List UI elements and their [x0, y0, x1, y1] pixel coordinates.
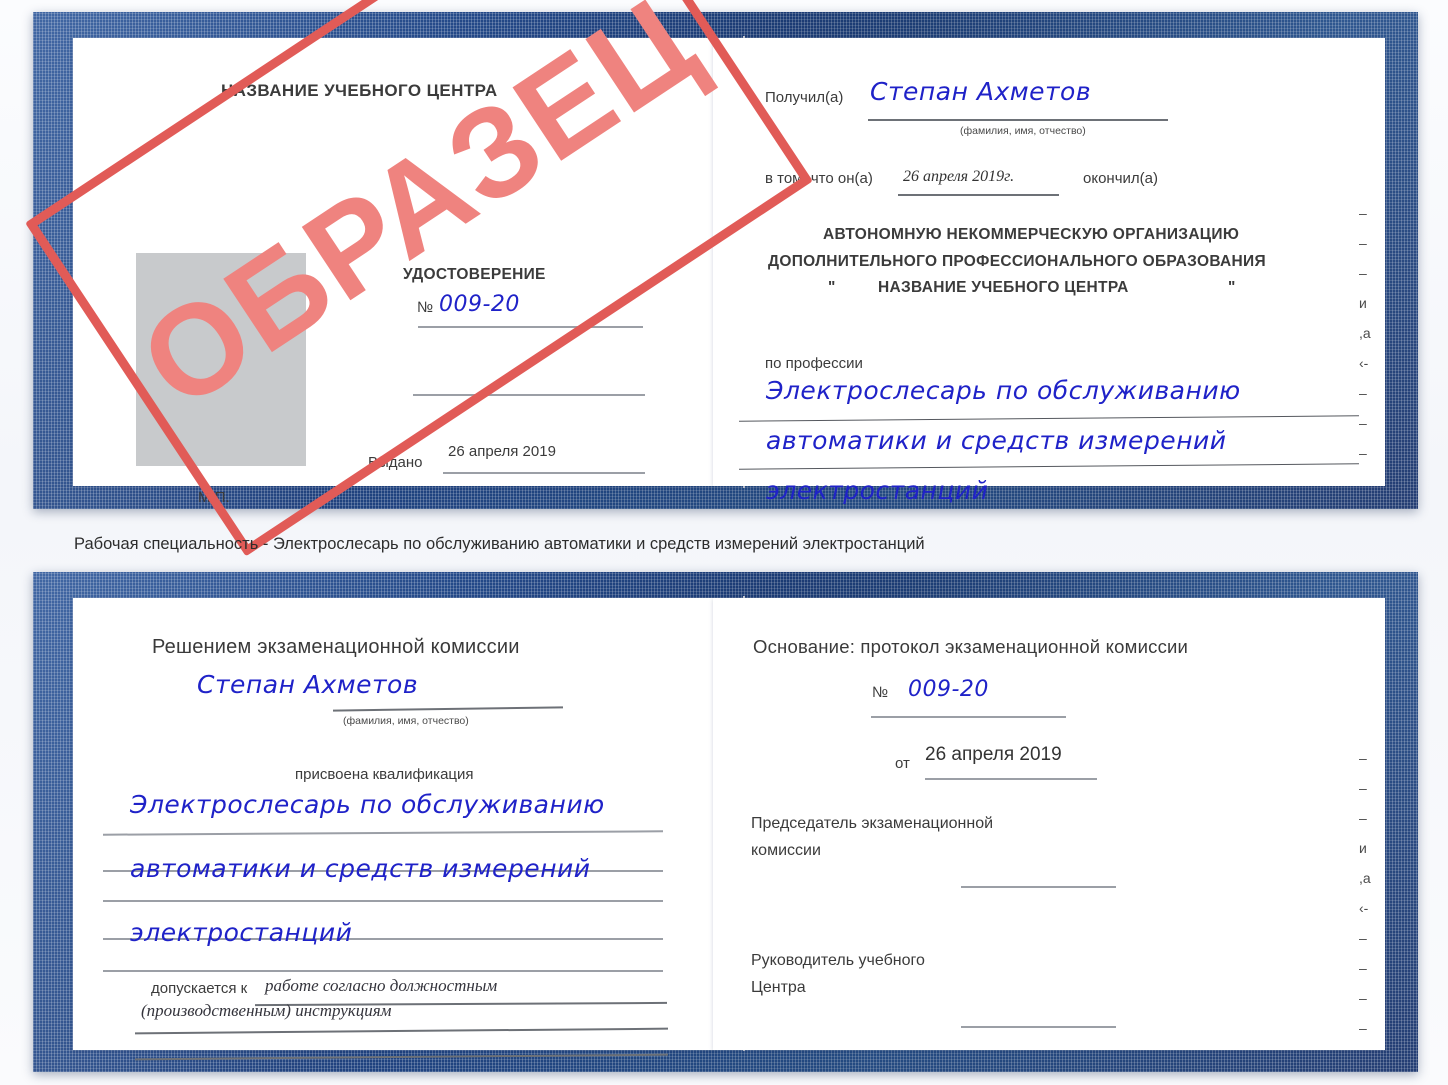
certificate-bottom: Решением экзаменационной комиссии Степан…	[33, 572, 1418, 1072]
qualification-line-3: электростанций	[130, 918, 353, 947]
issued-rule	[443, 472, 645, 474]
protocol-date-label: от	[895, 755, 910, 772]
head-line-2: Центра	[751, 979, 806, 996]
profession-line-3: электростанций	[766, 476, 989, 505]
in-that-rule	[898, 194, 1059, 196]
holder-name-value: Степан Ахметов	[197, 670, 419, 699]
org-line-2: ДОПОЛНИТЕЛЬНОГО ПРОФЕССИОНАЛЬНОГО ОБРАЗО…	[768, 253, 1266, 270]
blank-rule-1	[413, 394, 645, 396]
head-line-1: Руководитель учебного	[751, 952, 925, 969]
protocol-date-rule	[925, 778, 1097, 780]
edge-bleed-top: – – – и ,а ‹- – – –	[1359, 205, 1371, 461]
in-that-label: в том, что он(а)	[765, 170, 873, 187]
org-quote-open: "	[828, 279, 836, 296]
qualification-rule-3b	[103, 970, 663, 972]
page-top-right: Получил(а) Степан Ахметов (фамилия, имя,…	[713, 38, 1385, 503]
received-hint: (фамилия, имя, отчество)	[960, 125, 1086, 137]
head-signature-rule	[961, 1026, 1116, 1028]
profession-rule-2	[739, 463, 1359, 471]
number-value: 009-20	[439, 292, 520, 317]
received-label: Получил(а)	[765, 89, 844, 106]
image-caption: Рабочая специальность - Электрослесарь п…	[74, 535, 925, 553]
finished-label: окончил(а)	[1083, 170, 1158, 187]
protocol-number-label: №	[872, 684, 889, 701]
protocol-date-value: 26 апреля 2019	[925, 744, 1062, 765]
issued-value: 26 апреля 2019	[448, 443, 556, 460]
protocol-number-rule	[871, 716, 1066, 718]
seal-place-label: М.П.	[198, 489, 230, 506]
org-quote-close: "	[1228, 279, 1236, 296]
profession-label: по профессии	[765, 355, 863, 372]
chairman-signature-rule	[961, 886, 1116, 888]
admitted-rule-2	[135, 1027, 668, 1034]
page-bottom-right: Основание: протокол экзаменационной коми…	[713, 598, 1385, 1050]
chairman-line-2: комиссии	[751, 842, 821, 859]
basis-label: Основание: протокол экзаменационной коми…	[753, 636, 1189, 657]
chairman-line-1: Председатель экзаменационной	[751, 815, 994, 832]
admitted-label: допускается к	[151, 980, 248, 997]
number-rule	[418, 326, 643, 328]
profession-line-2: автоматики и средств измерений	[766, 426, 1227, 455]
photo-placeholder	[136, 253, 306, 466]
page-bottom-left: Решением экзаменационной комиссии Степан…	[73, 598, 713, 1060]
admitted-value-line-1: работе согласно должностным	[265, 976, 498, 995]
number-label: №	[417, 299, 434, 316]
qualification-rule-2b	[103, 900, 663, 902]
issued-label: Выдано	[368, 454, 423, 471]
profession-line-1: Электрослесарь по обслуживанию	[766, 376, 1241, 405]
org-line-3: НАЗВАНИЕ УЧЕБНОГО ЦЕНТРА	[878, 279, 1129, 296]
qualification-rule-1	[102, 830, 664, 836]
holder-name-hint: (фамилия, имя, отчество)	[343, 715, 469, 727]
received-value: Степан Ахметов	[870, 77, 1092, 106]
holder-name-rule	[333, 706, 563, 712]
page-top-left: НАЗВАНИЕ УЧЕБНОГО ЦЕНТРА УДОСТОВЕРЕНИЕ №…	[73, 38, 713, 505]
protocol-number-value: 009-20	[908, 677, 989, 702]
admitted-value-line-2: (производственным) инструкциям	[141, 1001, 392, 1020]
document-type-label: УДОСТОВЕРЕНИЕ	[403, 266, 546, 283]
profession-rule-1	[739, 415, 1359, 423]
qualification-label: присвоена квалификация	[295, 766, 474, 783]
commission-decision-title: Решением экзаменационной комиссии	[152, 636, 520, 658]
qualification-line-2: автоматики и средств измерений	[130, 854, 591, 883]
received-rule	[868, 119, 1168, 121]
edge-bleed-bottom: – – – и ,а ‹- – – – –	[1359, 750, 1371, 1036]
page-title-training-center: НАЗВАНИЕ УЧЕБНОГО ЦЕНТРА	[221, 81, 498, 100]
in-that-value: 26 апреля 2019г.	[903, 168, 1015, 185]
org-line-1: АВТОНОМНУЮ НЕКОММЕРЧЕСКУЮ ОРГАНИЗАЦИЮ	[823, 226, 1240, 243]
certificate-top: НАЗВАНИЕ УЧЕБНОГО ЦЕНТРА УДОСТОВЕРЕНИЕ №…	[25, 0, 1418, 557]
qualification-line-1: Электрослесарь по обслуживанию	[130, 790, 605, 819]
